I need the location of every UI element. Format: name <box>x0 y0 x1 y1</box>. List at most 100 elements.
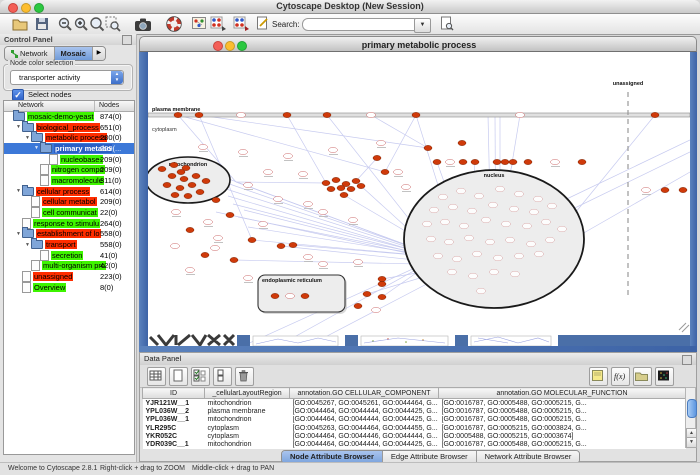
tree-row[interactable]: ▼metabolic process280(0) <box>4 132 134 143</box>
help-button[interactable] <box>166 16 182 32</box>
tree-row[interactable]: cellular metabol209(0) <box>4 197 134 208</box>
save-session-button[interactable] <box>34 16 50 32</box>
annotate-button[interactable] <box>256 16 272 32</box>
zoom-out-button[interactable] <box>57 16 73 32</box>
tree-row[interactable]: unassigned223(0) <box>4 271 134 282</box>
tree-col-nodes[interactable]: Nodes <box>99 102 119 109</box>
zoom-actual-button[interactable] <box>89 16 105 32</box>
tree-row[interactable]: ▼transport558(0) <box>4 239 134 250</box>
annotation-note-button[interactable] <box>589 367 608 386</box>
search-input[interactable] <box>302 18 420 31</box>
float-panel-icon[interactable] <box>682 355 692 365</box>
data-panel: Data Panel f(x) ID_cellularLayoutRegiona… <box>139 352 697 462</box>
tree-nodes-count: 280(0) <box>100 133 122 142</box>
expander-icon[interactable]: ▼ <box>15 124 22 130</box>
attribute-matrix-button[interactable] <box>655 367 674 386</box>
select-attributes-button[interactable] <box>191 367 210 386</box>
column-header[interactable]: annotation.GO CELLULAR_COMPONENT <box>290 388 439 399</box>
search-label: Search: <box>272 20 300 29</box>
table-icon <box>148 368 163 383</box>
zoom-in-icon <box>73 16 89 32</box>
tree-label: macromolecule <box>51 176 104 185</box>
magnifier-icon <box>89 16 105 32</box>
control-panel-tabs: Network Mosaic ▶ <box>4 46 106 61</box>
tree-label: cellular metabol <box>42 197 97 206</box>
network-canvas[interactable]: nucleus mitochondrion plasma memb <box>148 52 690 346</box>
tree-row[interactable]: secretion41(0) <box>4 250 134 261</box>
table-row[interactable]: YDR039C__1mitochondrion[GO:0044464, GO:0… <box>143 440 686 448</box>
table-row[interactable]: YJR121W__1mitochondrion[GO:0045267, GO:0… <box>143 399 686 408</box>
column-header[interactable]: annotation.GO MOLECULAR_FUNCTION <box>439 388 686 399</box>
tree-row[interactable]: multi-organism pro42(0) <box>4 261 134 272</box>
tree-label: mosaic-demo-yeast <box>27 112 94 121</box>
file-icon <box>31 207 40 218</box>
destroy-network-button[interactable] <box>210 16 226 32</box>
expander-icon[interactable]: ▼ <box>24 242 31 248</box>
import-attributes-button[interactable] <box>633 367 652 386</box>
table-scrollbar[interactable]: ▲ ▼ <box>685 387 696 448</box>
table-cell: [GO:0044464, GO:0044444, GO:0044425, G..… <box>290 407 439 415</box>
network-window-titlebar[interactable]: primary metabolic process <box>139 36 697 52</box>
search-dropdown-button[interactable]: ▼ <box>414 18 431 33</box>
status-hint-zoom: Right-click + drag to ZOOM <box>100 465 185 472</box>
open-folder-icon <box>634 368 649 383</box>
tab-overflow-button[interactable]: ▶ <box>93 47 105 60</box>
tree-row[interactable]: nitrogen compo209(0) <box>4 164 134 175</box>
tab-mosaic[interactable]: Mosaic <box>55 47 93 60</box>
tree-row[interactable]: ▼establishment of lo558(0) <box>4 229 134 240</box>
tree-nodes-count: 311(0) <box>100 176 121 185</box>
create-network-button[interactable] <box>233 16 249 32</box>
expander-icon[interactable]: ▼ <box>15 188 22 194</box>
delete-attribute-button[interactable] <box>235 367 254 386</box>
dropdown-stepper-icon: ▲▼ <box>111 71 123 84</box>
tree-row[interactable]: Overview8(0) <box>4 282 134 293</box>
tree-label: response to stimulu <box>33 219 100 228</box>
table-cell: [GO:0016787, GO:0005488, GO:0005215, G..… <box>439 399 686 408</box>
table-row[interactable]: YKR052Ccytoplasm[GO:0044464, GO:0044446,… <box>143 432 686 440</box>
table-cell: mitochondrion <box>205 416 290 424</box>
column-header[interactable]: _cellularLayoutRegion <box>205 388 290 399</box>
unselect-attributes-button[interactable] <box>213 367 232 386</box>
table-cell: YPL036W__2 <box>143 407 205 415</box>
scrollbar-thumb[interactable] <box>687 399 697 418</box>
control-panel-header: Control Panel <box>0 34 136 45</box>
endoplasmic-reticulum-region[interactable]: endoplasmic reticulum <box>258 275 347 314</box>
tree-nodes-count: 209(... <box>100 144 121 153</box>
tree-row[interactable]: nucleobase-209(0) <box>4 154 134 165</box>
table-row[interactable]: YLR295Ccytoplasm[GO:0045263, GO:0044464,… <box>143 424 686 432</box>
tree-row[interactable]: ▼primary metabo209(... <box>4 143 134 154</box>
table-row[interactable]: YPL036W__1mitochondrion[GO:0044464, GO:0… <box>143 416 686 424</box>
node-color-selection-title: Node color selection <box>8 60 75 67</box>
tab-network[interactable]: Network <box>5 47 55 60</box>
folder-icon <box>13 112 25 121</box>
open-session-button[interactable] <box>12 16 28 32</box>
expander-icon[interactable]: ▼ <box>33 145 40 151</box>
zoom-in-button[interactable] <box>73 16 89 32</box>
expander-icon[interactable]: ▼ <box>15 231 22 237</box>
zoom-fit-button[interactable] <box>105 16 121 32</box>
new-attribute-button[interactable] <box>169 367 188 386</box>
column-divider[interactable] <box>94 101 95 111</box>
folder-icon <box>22 123 34 132</box>
table-cell: [GO:0045267, GO:0045261, GO:0044464, G..… <box>290 399 439 408</box>
table-cell: [GO:0005488, GO:0005215, GO:0003674] <box>439 432 686 440</box>
tree-row[interactable]: cell communicat22(0) <box>4 207 134 218</box>
tree-row[interactable]: ▼biological_process651(0) <box>4 122 134 133</box>
float-panel-icon[interactable] <box>122 35 132 45</box>
tree-col-network[interactable]: Network <box>18 102 44 109</box>
table-row[interactable]: YPL036W__2plasma membrane[GO:0044464, GO… <box>143 407 686 415</box>
status-welcome: Welcome to Cytoscape 2.8.1 <box>8 465 97 472</box>
network-overview-button[interactable] <box>192 16 208 32</box>
attribute-browser-button[interactable] <box>440 16 456 32</box>
unassigned-nodes[interactable] <box>642 187 688 192</box>
column-header[interactable]: ID <box>143 388 205 399</box>
tree-row[interactable]: ▼cellular process614(0) <box>4 186 134 197</box>
attribute-table-button[interactable] <box>147 367 166 386</box>
table-cell: [GO:0044464, GO:0044446, GO:0044444, G..… <box>290 432 439 440</box>
snapshot-button[interactable] <box>134 16 150 32</box>
expander-icon[interactable]: ▼ <box>24 135 31 141</box>
node-color-dropdown[interactable]: transporter activity ▲▼ <box>10 70 124 85</box>
tree-nodes-count: 874(0) <box>100 112 122 121</box>
function-builder-button[interactable]: f(x) <box>611 367 630 386</box>
scroll-down-button[interactable]: ▼ <box>686 437 697 448</box>
